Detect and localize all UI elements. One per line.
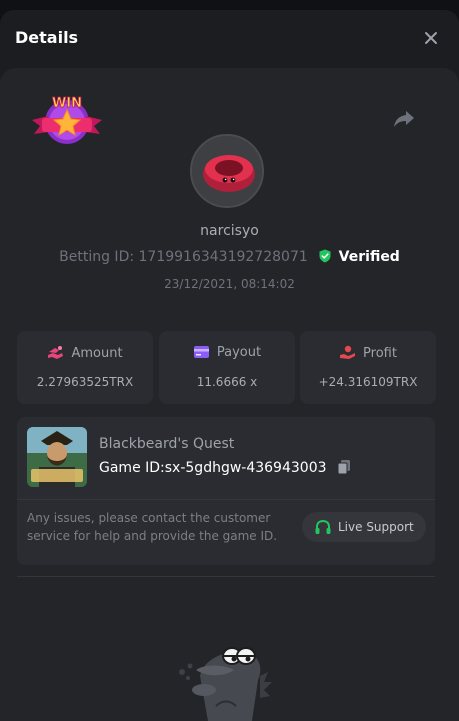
amount-icon: [48, 346, 64, 359]
modal-title: Details: [15, 28, 79, 47]
game-name: Blackbeard's Quest: [99, 436, 235, 452]
close-icon[interactable]: [423, 30, 439, 46]
verified-shield-icon: [319, 249, 331, 263]
details-modal: Details WIN narcisyo Betting ID: 1719916…: [0, 10, 459, 721]
game-card: Blackbeard's Quest Game ID:sx-5gdhgw-436…: [17, 417, 435, 565]
live-support-label: Live Support: [338, 520, 414, 534]
username: narcisyo: [200, 223, 259, 239]
betting-id-value: 1719916343192728071: [138, 249, 308, 265]
profit-card: Profit +24.316109TRX: [300, 331, 436, 404]
game-thumbnail-image: [27, 427, 87, 487]
crocodile-mascot-icon: [179, 647, 272, 721]
win-badge-icon: WIN: [32, 96, 102, 144]
profit-label: Profit: [363, 346, 397, 361]
bet-timestamp: 23/12/2021, 08:14:02: [164, 277, 295, 291]
avatar-image: [192, 136, 262, 206]
share-icon[interactable]: [392, 108, 416, 130]
game-id-row: Game ID:sx-5gdhgw-436943003: [99, 459, 351, 476]
amount-card: Amount 2.27963525TRX: [17, 331, 153, 404]
payout-value: 11.6666 x: [196, 375, 258, 389]
copy-icon[interactable]: [337, 459, 351, 475]
payout-card: Payout 11.6666 x: [159, 331, 295, 404]
betting-id-label: Betting ID:: [59, 249, 135, 265]
section-divider: [17, 576, 435, 577]
betting-id-row: Betting ID: 1719916343192728071 Verified: [0, 249, 459, 265]
avatar: [190, 134, 264, 208]
profit-hand-icon: [340, 345, 356, 359]
payout-label: Payout: [216, 345, 262, 360]
payout-card-icon: [193, 346, 209, 358]
profit-value: +24.316109TRX: [318, 375, 418, 389]
modal-header: Details: [0, 10, 459, 68]
details-panel: WIN narcisyo Betting ID: 171991634319272…: [0, 68, 459, 721]
amount-value: 2.27963525TRX: [36, 375, 134, 389]
card-divider: [17, 499, 435, 500]
win-badge-text: WIN: [52, 96, 82, 111]
live-support-button[interactable]: Live Support: [302, 512, 426, 542]
verified-label: Verified: [338, 249, 400, 265]
headset-icon: [315, 519, 331, 534]
game-id-label: Game ID:: [99, 460, 165, 476]
game-id-value: sx-5gdhgw-436943003: [164, 460, 327, 476]
support-hint-text: Any issues, please contact the customer …: [27, 511, 278, 543]
game-thumbnail[interactable]: [27, 427, 87, 487]
amount-label: Amount: [71, 346, 123, 361]
